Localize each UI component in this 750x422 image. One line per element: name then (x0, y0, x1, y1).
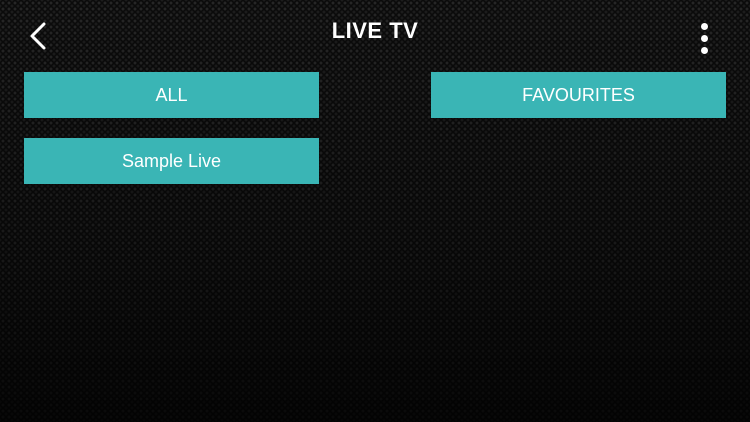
category-favourites-label: FAVOURITES (522, 84, 635, 105)
category-favourites-button[interactable]: FAVOURITES (431, 72, 726, 118)
page-title: LIVE TV (331, 18, 419, 43)
more-options-button[interactable] (690, 20, 720, 56)
category-sample-live-button[interactable]: Sample Live (24, 138, 319, 184)
category-all-button[interactable]: ALL (24, 72, 319, 118)
category-sample-live-label: Sample Live (121, 150, 222, 171)
category-all-label: ALL (155, 84, 188, 105)
top-bar: LIVE TV (0, 0, 750, 64)
